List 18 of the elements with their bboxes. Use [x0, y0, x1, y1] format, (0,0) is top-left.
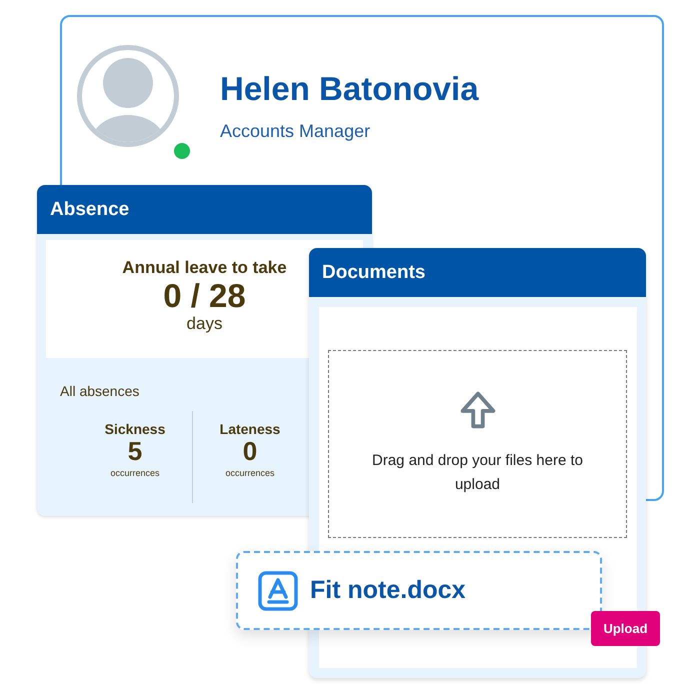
dropzone-text: Drag and drop your files here to upload	[371, 451, 584, 495]
card-header: Absence	[37, 185, 372, 234]
upload-button[interactable]: Upload	[591, 611, 660, 646]
person-name: Helen Batonovia	[220, 69, 479, 109]
leave-label: Annual leave to take	[122, 258, 287, 278]
job-title: Accounts Manager	[220, 121, 372, 142]
stat-value: 0	[242, 437, 258, 465]
file-name: Fit note.docx	[310, 576, 466, 605]
leave-value: 0 / 28	[163, 278, 246, 314]
stat-value: 5	[128, 437, 142, 465]
stat-unit: occurrences	[110, 468, 160, 478]
section-label: All absences	[60, 383, 140, 399]
stat-unit: occurrences	[225, 468, 275, 478]
stat-label: Sickness	[104, 421, 166, 437]
card-header: Documents	[309, 248, 646, 297]
leave-unit: days	[186, 314, 222, 334]
dropzone[interactable]: Drag and drop your files here to upload	[328, 350, 627, 538]
stat-label: Lateness	[220, 421, 280, 437]
